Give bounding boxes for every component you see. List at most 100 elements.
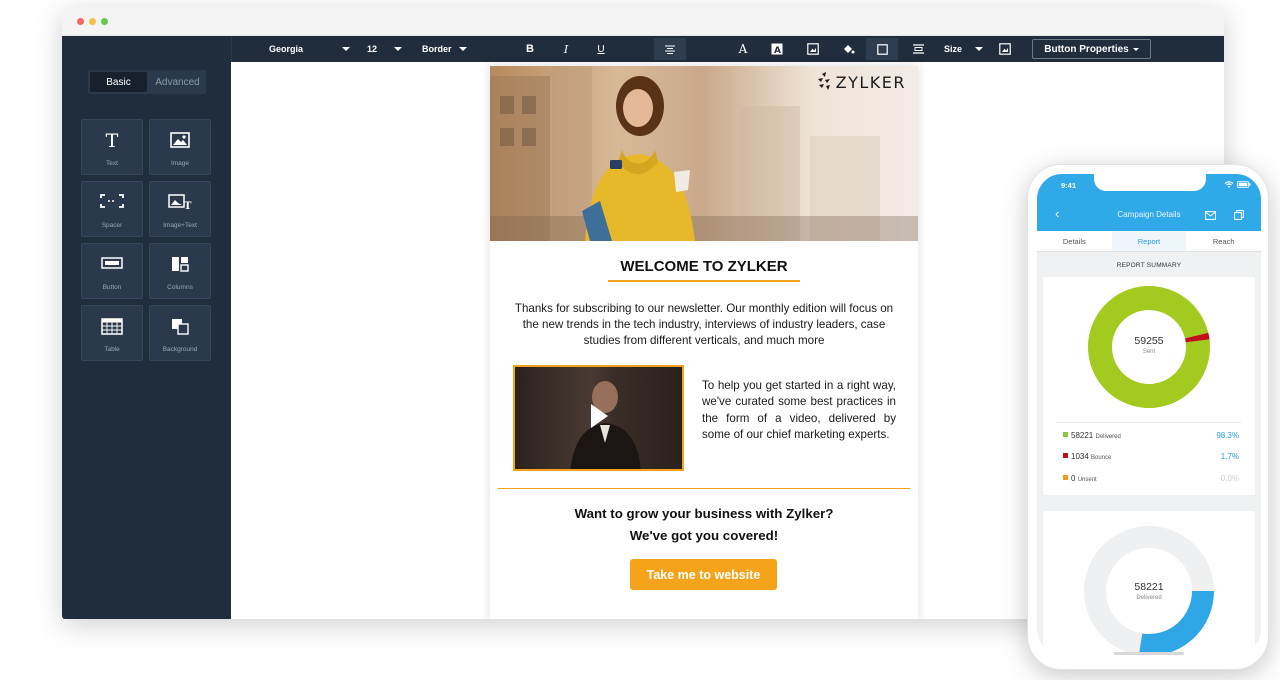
block-label: Image xyxy=(170,160,190,167)
block-label: Button xyxy=(102,284,122,291)
stat-value: 58221 xyxy=(1071,431,1094,440)
heading-underline xyxy=(608,280,800,282)
insert-image-icon[interactable] xyxy=(804,40,822,58)
report-summary-card: 59255 Sent 58221 Delivered 98.3% 1034 Bo… xyxy=(1043,277,1255,495)
home-indicator xyxy=(1114,652,1184,655)
tab-basic[interactable]: Basic xyxy=(90,72,147,92)
report-summary-title: REPORT SUMMARY xyxy=(1116,262,1182,269)
hero-photo-illustration xyxy=(490,66,918,241)
image-icon xyxy=(150,132,210,153)
chevron-down-icon xyxy=(458,47,467,51)
stat-percent: 1.7% xyxy=(1220,452,1239,461)
underline-icon[interactable]: U xyxy=(592,40,610,58)
phone-screen-title: Campaign Details xyxy=(1117,210,1181,219)
stat-row-delivered: 58221 Delivered 98.3% xyxy=(1063,431,1239,440)
cta-heading-line2[interactable]: We've got you covered! xyxy=(490,528,918,543)
close-window-button[interactable] xyxy=(77,18,84,25)
delivered-card: 58221 Delivered xyxy=(1043,511,1255,654)
block-text[interactable]: T Text xyxy=(81,119,143,175)
video-thumbnail[interactable] xyxy=(513,365,684,471)
block-label: Image+Text xyxy=(163,222,197,229)
wifi-icon xyxy=(1224,181,1234,188)
block-label: Columns xyxy=(167,284,193,291)
button-properties-dropdown[interactable]: Button Properties xyxy=(1032,39,1151,59)
sent-total-label: Sent xyxy=(1142,349,1156,355)
email-template: ZYLKER WELCOME TO ZYLKER Thanks for subs… xyxy=(490,66,918,619)
replace-image-icon[interactable] xyxy=(996,40,1014,58)
phone-screen: 9:41 ‹ Campaign Details Details Report R… xyxy=(1037,174,1261,654)
mail-icon[interactable] xyxy=(1205,211,1216,220)
sent-total-value: 59255 xyxy=(1134,335,1164,347)
stat-percent: 98.3% xyxy=(1216,431,1239,440)
content-blocks-sidebar: Basic Advanced T Text Image Spacer T Ima… xyxy=(62,36,231,619)
status-icons xyxy=(1224,181,1251,188)
stat-label: Delivered xyxy=(1095,434,1121,440)
window-titlebar xyxy=(62,7,1224,36)
fill-color-icon[interactable] xyxy=(839,40,857,58)
minimize-window-button[interactable] xyxy=(89,18,96,25)
block-columns[interactable]: Columns xyxy=(149,243,211,299)
table-icon xyxy=(82,318,142,340)
font-family-select[interactable]: Georgia xyxy=(269,36,350,62)
maximize-window-button[interactable] xyxy=(101,18,108,25)
tab-advanced[interactable]: Advanced xyxy=(149,70,206,94)
stat-row-unsent: 0 Unsent 0.0% xyxy=(1063,474,1239,483)
take-me-to-website-button[interactable]: Take me to website xyxy=(630,559,777,590)
border-select[interactable]: Border xyxy=(422,36,467,62)
image-text-icon: T xyxy=(150,194,210,215)
chevron-down-icon xyxy=(394,47,402,51)
play-icon[interactable] xyxy=(591,404,608,428)
logo-text: ZYLKER xyxy=(835,72,906,92)
delivered-legend-swatch xyxy=(1063,432,1068,437)
block-label: Spacer xyxy=(101,222,123,229)
chevron-down-icon xyxy=(1132,47,1139,51)
cta-heading-line1[interactable]: Want to grow your business with Zylker? xyxy=(490,506,918,521)
email-intro-text[interactable]: Thanks for subscribing to our newsletter… xyxy=(512,301,896,349)
italic-icon[interactable]: I xyxy=(557,40,575,58)
donut-slice-bounce xyxy=(1184,332,1210,343)
zylker-logo: ZYLKER xyxy=(816,72,906,92)
copy-icon[interactable] xyxy=(1234,210,1244,220)
button-properties-label: Button Properties xyxy=(1044,43,1129,55)
status-time: 9:41 xyxy=(1061,181,1077,190)
font-size-select[interactable]: 12 xyxy=(367,36,402,62)
video-description-text[interactable]: To help you get started in a right way, … xyxy=(702,378,896,443)
chevron-down-icon xyxy=(975,47,983,51)
unsent-legend-swatch xyxy=(1063,475,1068,480)
hero-image[interactable]: ZYLKER xyxy=(490,66,918,241)
block-button[interactable]: Button xyxy=(81,243,143,299)
bounce-legend-swatch xyxy=(1063,453,1068,458)
battery-icon xyxy=(1237,181,1251,188)
svg-text:T: T xyxy=(184,201,192,210)
card-divider xyxy=(1057,422,1241,423)
border-box-icon[interactable] xyxy=(866,38,898,60)
size-select[interactable]: Size xyxy=(944,36,983,62)
phone-notch xyxy=(1094,174,1206,191)
size-label: Size xyxy=(944,44,963,54)
phone-app-bar: ‹ Campaign Details xyxy=(1037,198,1261,231)
block-image-text[interactable]: T Image+Text xyxy=(149,181,211,237)
padding-icon[interactable] xyxy=(909,40,927,58)
zylker-logo-mark-icon xyxy=(817,72,830,90)
border-label: Border xyxy=(422,44,452,54)
stat-percent: 0.0% xyxy=(1220,474,1239,483)
delivered-total-label: Delivered xyxy=(1136,595,1162,601)
highlight-color-icon[interactable]: A xyxy=(768,40,786,58)
donut-center-label: 58221 Delivered xyxy=(1109,581,1189,601)
button-icon xyxy=(82,256,142,274)
block-image[interactable]: Image xyxy=(149,119,211,175)
tab-details[interactable]: Details xyxy=(1037,231,1112,251)
block-spacer[interactable]: Spacer xyxy=(81,181,143,237)
email-heading[interactable]: WELCOME TO ZYLKER xyxy=(490,258,918,275)
stat-value: 0 xyxy=(1071,474,1076,483)
tab-report[interactable]: Report xyxy=(1111,231,1187,251)
align-center-icon[interactable] xyxy=(654,38,686,60)
tab-reach[interactable]: Reach xyxy=(1186,231,1261,251)
block-label: Text xyxy=(106,160,118,167)
block-background[interactable]: Background xyxy=(149,305,211,361)
font-color-icon[interactable]: A xyxy=(734,40,752,58)
donut-center-label: 59255 Sent xyxy=(1109,335,1189,355)
block-table[interactable]: Table xyxy=(81,305,143,361)
bold-icon[interactable]: B xyxy=(521,40,539,58)
stat-value: 1034 xyxy=(1071,452,1089,461)
